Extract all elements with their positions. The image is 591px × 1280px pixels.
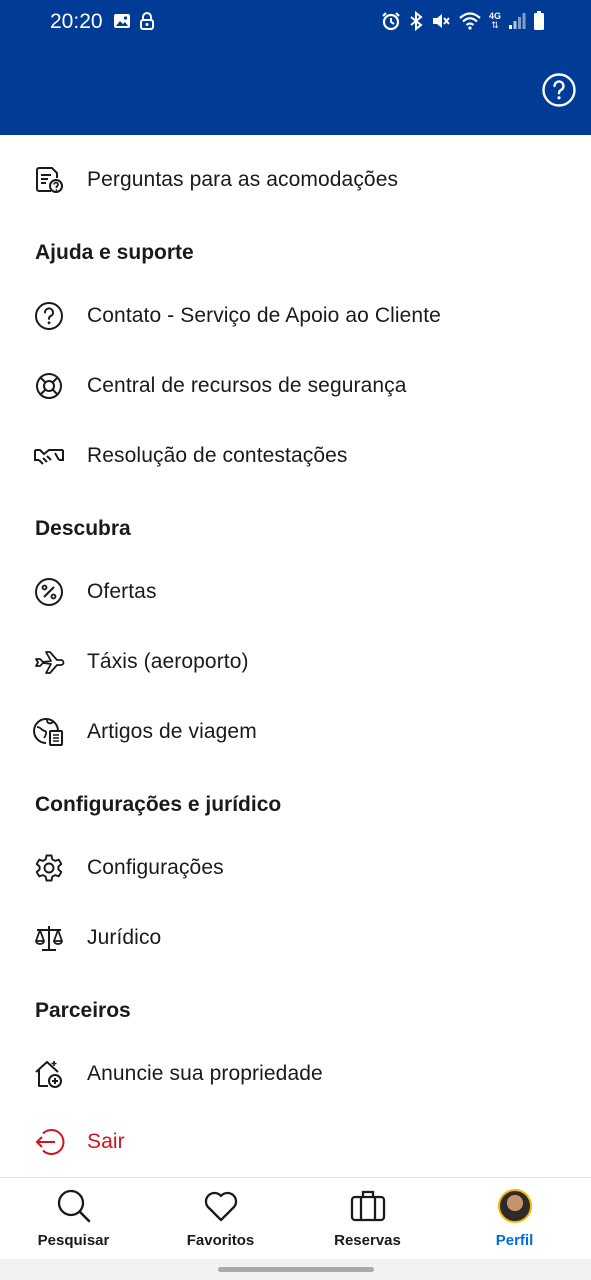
menu-item-label: Ofertas [87,580,157,603]
nav-label: Pesquisar [37,1232,110,1249]
menu-item-deals[interactable]: Ofertas [0,557,591,627]
menu-item-safety-center[interactable]: Central de recursos de segurança [0,351,591,421]
menu-item-label: Resolução de contestações [87,444,348,467]
menu-item-label: Artigos de viagem [87,720,257,743]
menu-item-dispute-resolution[interactable]: Resolução de contestações [0,421,591,491]
percent-icon [33,576,65,608]
scales-icon [33,922,65,954]
menu-item-label: Perguntas para as acomodações [87,168,399,191]
alarm-icon [381,11,401,31]
battery-icon [533,11,545,31]
gesture-area [0,1259,591,1280]
nav-tab-bookings[interactable]: Reservas [294,1178,441,1260]
lock-notification-icon [139,12,155,35]
nav-label: Favoritos [186,1232,255,1249]
section-title-discover: Descubra [35,517,131,540]
heart-icon [203,1188,239,1224]
menu-item-settings[interactable]: Configurações [0,833,591,903]
menu-item-label: Jurídico [87,926,162,949]
sign-out-icon [33,1126,65,1158]
sign-out-label: Sair [87,1130,125,1153]
menu-item-label: Táxis (aeroporto) [87,650,249,673]
menu-item-label: Configurações [87,856,224,879]
sign-out-button[interactable]: Sair [0,1107,591,1177]
handshake-icon [33,440,65,472]
section-title-partners: Parceiros [35,999,131,1022]
home-gesture-bar[interactable] [218,1267,374,1272]
lifebuoy-icon [33,370,65,402]
status-time: 20:20 [50,10,103,33]
suitcase-icon [350,1188,386,1224]
house-add-icon [33,1058,65,1090]
nav-tab-favorites[interactable]: Favoritos [147,1178,294,1260]
nav-tab-profile[interactable]: Perfil [441,1178,588,1260]
document-question-icon [33,164,65,196]
section-title-settings-legal: Configurações e jurídico [35,793,282,816]
menu-item-label: Contato - Serviço de Apoio ao Cliente [87,304,441,327]
nav-tab-search[interactable]: Pesquisar [0,1178,147,1260]
menu-item-list-property[interactable]: Anuncie sua propriedade [0,1039,591,1109]
network-type-label: 4G ⇅ [488,11,501,30]
bluetooth-icon [408,11,424,31]
nav-label: Perfil [495,1232,534,1249]
menu-item-label: Anuncie sua propriedade [87,1062,323,1085]
nav-label: Reservas [334,1232,401,1249]
question-circle-icon [542,73,576,107]
menu-item-airport-taxis[interactable]: Táxis (aeroporto) [0,627,591,697]
signal-icon [508,12,526,30]
status-bar: 20:20 4G ⇅ [0,0,591,46]
airplane-icon [33,646,65,678]
globe-article-icon [33,716,65,748]
avatar [497,1189,532,1223]
menu-item-legal[interactable]: Jurídico [0,903,591,973]
menu-item-property-questions[interactable]: Perguntas para as acomodações [0,145,591,215]
menu-item-label: Central de recursos de segurança [87,374,407,397]
question-circle-icon [33,300,65,332]
search-icon [56,1188,92,1224]
gear-icon [33,852,65,884]
help-button[interactable] [541,72,577,108]
app-header: 20:20 4G ⇅ [0,0,591,135]
menu-item-travel-articles[interactable]: Artigos de viagem [0,697,591,767]
menu-item-customer-service[interactable]: Contato - Serviço de Apoio ao Cliente [0,281,591,351]
wifi-icon [458,11,482,31]
mute-icon [431,11,451,31]
section-title-help: Ajuda e suporte [35,241,194,264]
bottom-navigation: Pesquisar Favoritos Reservas Perfil [0,1177,591,1259]
image-notification-icon [113,12,131,35]
